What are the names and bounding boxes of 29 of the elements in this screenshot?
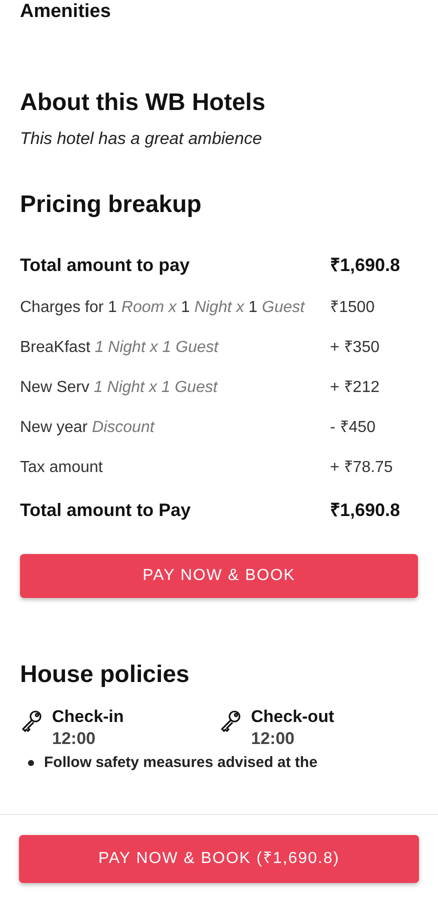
- policy-time: 12:00: [251, 728, 296, 750]
- policy-rule: Follow safety measures advised at the: [44, 754, 318, 772]
- total-label: Total amount to Pay: [20, 498, 191, 522]
- key-icon: [20, 708, 44, 732]
- policy-label: Check-out: [251, 706, 334, 728]
- charge-amount: + ₹78.75: [330, 458, 394, 478]
- section-heading: Pricing breakup: [20, 190, 202, 220]
- pay-button[interactable]: PAY NOW & BOOK: [20, 554, 418, 598]
- charge-amount: + ₹212: [330, 378, 380, 398]
- charge-amount: - ₹450: [330, 418, 376, 438]
- charge-amount: + ₹350: [330, 338, 380, 358]
- charge-label: BreaKfast 1 Night x 1 Guest: [20, 338, 220, 358]
- charge-label: Charges for 1 Room x 1 Night x 1 Guest: [20, 298, 306, 318]
- section-heading: About this WB Hotels: [20, 88, 266, 118]
- policy-label: Check-in: [52, 706, 124, 728]
- charge-label: Tax amount: [20, 458, 104, 478]
- policy-time: 12:00: [52, 728, 96, 750]
- total-amount: ₹1,690.8: [330, 498, 402, 522]
- hotel-description: This hotel has a great ambience: [20, 128, 263, 150]
- charge-label: New year Discount: [20, 418, 156, 438]
- bullet-icon: [28, 760, 34, 766]
- total-amount: ₹1,690.8: [330, 254, 402, 276]
- charge-amount: ₹1500: [330, 298, 376, 318]
- section-heading: Amenities: [20, 0, 112, 24]
- section-heading: House policies: [20, 660, 190, 690]
- key-icon: [219, 708, 243, 732]
- pay-total-button[interactable]: PAY NOW & BOOK (₹1,690.8): [19, 835, 419, 883]
- total-label: Total amount to pay: [20, 254, 190, 277]
- charge-label: New Serv 1 Night x 1 Guest: [20, 378, 219, 398]
